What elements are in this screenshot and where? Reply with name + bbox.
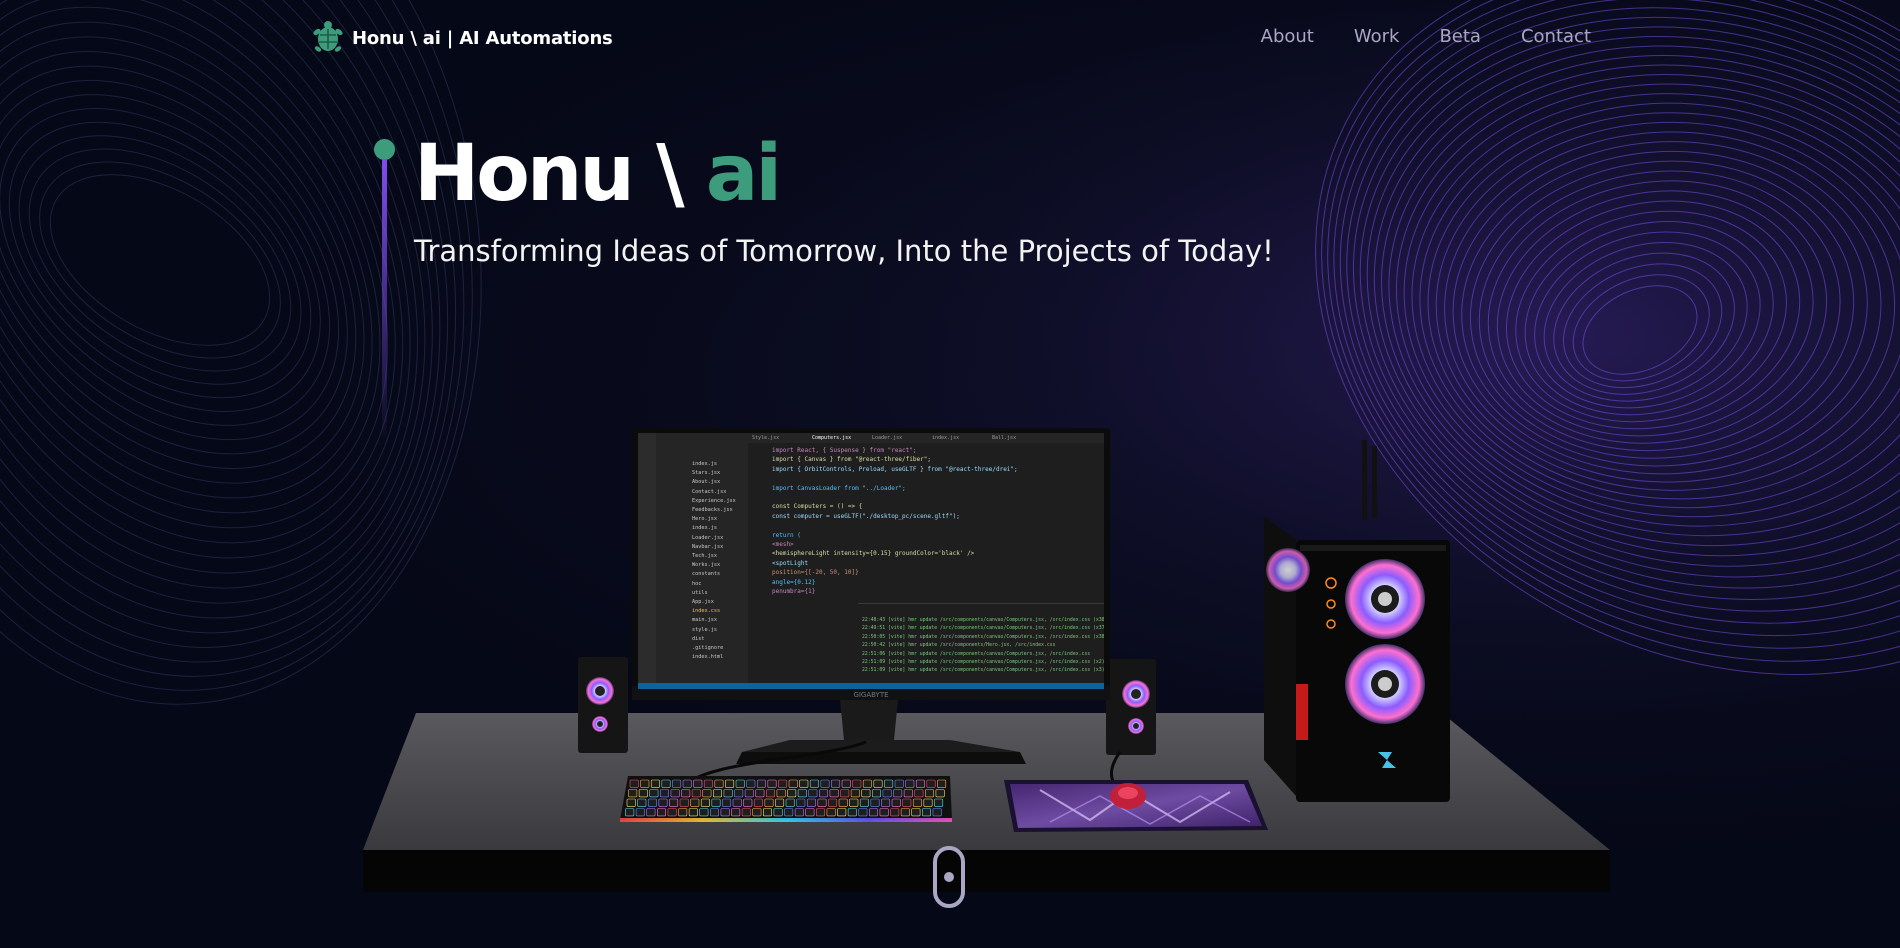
explorer-file: Stars.jsx xyxy=(692,470,721,477)
terminal-line: 22:51:09 [vite] hmr update /src/componen… xyxy=(862,660,1104,665)
explorer-file: index.js xyxy=(692,461,717,467)
hero-accent-line xyxy=(382,159,387,444)
explorer-file: Feedbacks.jsx xyxy=(692,507,733,513)
editor-tab: Ball.jsx xyxy=(992,435,1017,441)
terminal-line: 22:50:42 [vite] hmr update /src/componen… xyxy=(862,643,1056,649)
editor-tab: Loader.jsx xyxy=(872,435,903,441)
editor-tab: index.jsx xyxy=(932,435,960,441)
terminal-line: 22:48:43 [vite] hmr update /src/componen… xyxy=(862,618,1104,623)
code-line: <hemisphereLight intensity={0.15} ground… xyxy=(772,550,975,558)
turtle-icon xyxy=(313,21,343,52)
explorer-file: constants xyxy=(692,571,721,578)
code-line: penumbra={1} xyxy=(772,588,816,595)
explorer-file: hoc xyxy=(692,580,702,587)
explorer-file: style.js xyxy=(692,626,717,633)
editor-tab: Style.jsx xyxy=(752,435,780,441)
code-line: const computer = useGLTF("./desktop_pc/s… xyxy=(772,512,960,520)
explorer-file: index.js xyxy=(692,525,717,532)
explorer-file: About.jsx xyxy=(692,479,721,486)
code-line: import { Canvas } from "@react-three/fib… xyxy=(772,456,931,464)
explorer-file: Loader.jsx xyxy=(692,534,724,541)
nav-link-work[interactable]: Work xyxy=(1354,26,1400,47)
nav-link-beta[interactable]: Beta xyxy=(1439,26,1481,47)
code-line: <spotLight xyxy=(772,559,809,567)
hero-title: Honu \ ai xyxy=(414,124,782,224)
code-line: import { OrbitControls, Preload, useGLTF… xyxy=(772,465,1018,473)
hero-title-accent: ai xyxy=(705,129,782,219)
nav-link-about[interactable]: About xyxy=(1261,26,1314,47)
hero-accent-dot xyxy=(374,139,395,160)
scroll-mouse-icon[interactable] xyxy=(933,846,965,908)
code-line: position={[-20, 50, 10]} xyxy=(772,569,859,577)
code-line: import CanvasLoader from "../Loader"; xyxy=(772,484,906,492)
explorer-file: index.css xyxy=(692,608,721,615)
explorer-file: Experience.jsx xyxy=(692,497,736,504)
explorer-file: Tech.jsx xyxy=(692,553,717,559)
editor-tab: Computers.jsx xyxy=(812,435,852,441)
terminal-line: 22:51:06 [vite] hmr update /src/componen… xyxy=(862,651,1091,657)
explorer-file: index.html xyxy=(692,654,724,661)
explorer-file: Contact.jsx xyxy=(692,488,727,495)
code-line: <mesh> xyxy=(772,541,794,548)
monitor-screen: index.js Stars.jsx About.jsx Contact.jsx Exp… xyxy=(638,433,1104,689)
terminal-line: 22:50:05 [vite] hmr update /src/componen… xyxy=(862,634,1104,640)
hero-accent xyxy=(374,139,396,449)
explorer-file: main.jsx xyxy=(692,617,717,624)
editor-tabs: Style.jsx Computers.jsx Loader.jsx index.js… xyxy=(748,433,1104,443)
terminal-line: 22:51:09 [vite] hmr update /src/componen… xyxy=(862,668,1104,674)
explorer-file: Works.jsx xyxy=(692,562,721,569)
explorer-file: Navbar.jsx xyxy=(692,543,724,550)
editor-terminal: 22:48:43 [vite] hmr update /src/componen… xyxy=(858,603,1104,684)
editor-pane: Style.jsx Computers.jsx Loader.jsx index.js… xyxy=(748,433,1104,684)
code-line: const Computers = () => { xyxy=(772,503,863,511)
terminal-line: 22:49:51 [vite] hmr update /src/componen… xyxy=(862,626,1104,632)
nav-link-contact[interactable]: Contact xyxy=(1521,26,1591,47)
hero-title-main: Honu \ xyxy=(414,129,706,219)
code-line: angle={0.12} xyxy=(772,578,816,586)
code-line: return ( xyxy=(772,531,801,539)
editor-status-bar xyxy=(638,683,1104,689)
editor-explorer: index.js Stars.jsx About.jsx Contact.jsx Exp… xyxy=(656,433,748,683)
explorer-file: utils xyxy=(692,589,708,596)
nav-links: About Work Beta Contact xyxy=(1261,26,1591,47)
explorer-file: dist xyxy=(692,635,705,642)
code-line: import React, { Suspense } from "react"; xyxy=(772,447,917,454)
navbar: Honu \ ai | AI Automations About Work Be… xyxy=(0,0,1900,78)
scroll-dot xyxy=(944,872,954,882)
brand-name: Honu \ ai | AI Automations xyxy=(352,27,613,49)
editor-activity-bar xyxy=(638,433,656,689)
hero-subtitle: Transforming Ideas of Tomorrow, Into the… xyxy=(414,234,1274,268)
page: Honu \ ai | AI Automations About Work Be… xyxy=(0,0,1900,948)
explorer-file: Hero.jsx xyxy=(692,516,717,523)
explorer-file: .gitignore xyxy=(692,645,724,651)
brand-link[interactable]: Honu \ ai | AI Automations xyxy=(312,20,613,56)
explorer-file: App.jsx xyxy=(692,599,714,605)
